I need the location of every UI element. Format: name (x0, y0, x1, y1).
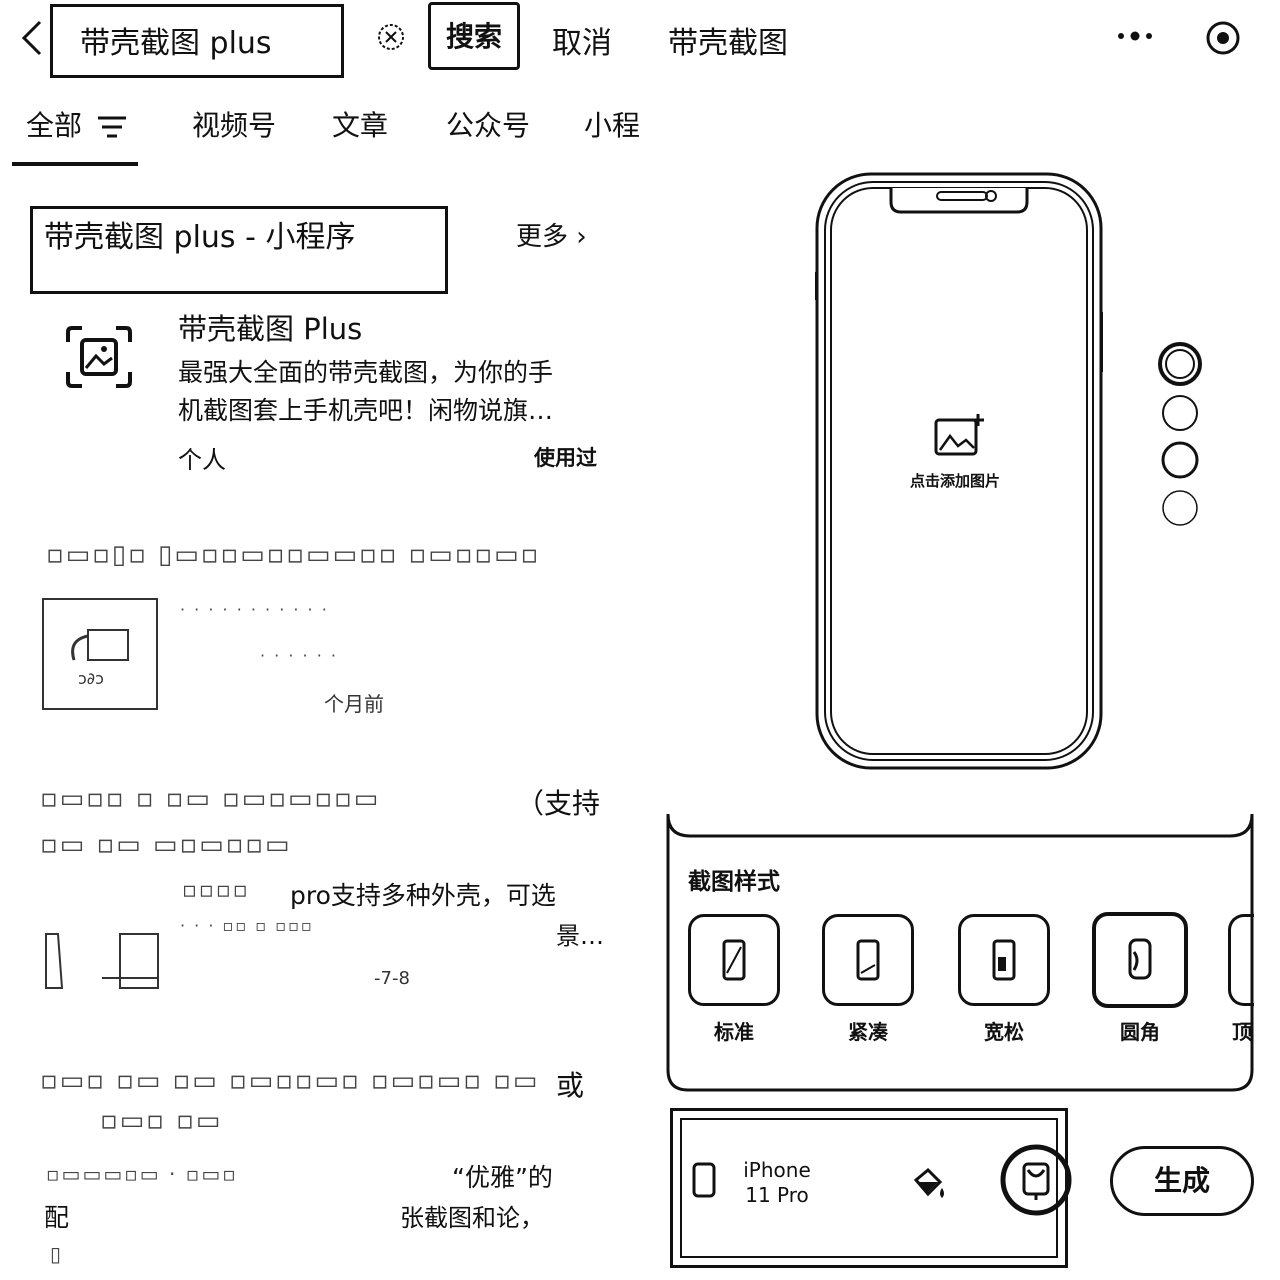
result-thumbnail-icon[interactable] (42, 878, 160, 996)
tab-all[interactable]: 全部 (26, 104, 82, 144)
app-logo-icon[interactable] (64, 324, 134, 390)
app-author: 个人 (178, 446, 226, 474)
more-link[interactable]: 更多 › (516, 216, 587, 253)
style-option-compact[interactable] (822, 914, 914, 1006)
add-image-label[interactable]: 点击添加图片 (910, 470, 1000, 491)
search-button[interactable]: 搜索 (428, 2, 520, 70)
style-option-standard[interactable] (688, 914, 780, 1006)
svg-text:ↄ∂ↄ: ↄ∂ↄ (78, 669, 104, 688)
app-description-line: 机截图套上手机壳吧！闲物说旗… (178, 396, 554, 425)
result-title-tail[interactable]: 或 (556, 1064, 584, 1104)
result-description-tail: 景… (556, 922, 604, 950)
tab-mini-programs[interactable]: 小程 (584, 104, 640, 144)
blurred-line: ▫▫▫▫ (182, 878, 250, 903)
phone-style-icon (992, 939, 1016, 981)
device-selector[interactable]: iPhone 11 Pro (728, 1158, 826, 1208)
tab-channels[interactable]: 视频号 (192, 104, 276, 144)
generate-button[interactable]: 生成 (1110, 1146, 1254, 1216)
used-badge: 使用过 (534, 446, 597, 470)
style-label: 宽松 (984, 1020, 1024, 1044)
blurred-title[interactable]: ▫▭▫▯▫ ▯▭▫▫▭▫▫▭▭▫▫ ▫▭▫▫▭▫ (46, 540, 540, 570)
style-option-rounded[interactable] (1092, 912, 1188, 1008)
phone-style-icon (722, 939, 746, 981)
result-description: 配 (44, 1203, 70, 1232)
style-label: 圆角 (1120, 1020, 1160, 1044)
search-query-text: 带壳截图 plus (80, 26, 272, 61)
style-option-top[interactable] (1228, 914, 1254, 1006)
app-name[interactable]: 带壳截图 Plus (178, 306, 362, 348)
blurred-line: ▫▭▫ ▫▭ (100, 1106, 223, 1136)
active-tab-indicator (12, 162, 138, 166)
tab-articles[interactable]: 文章 (332, 104, 388, 144)
blurred-title[interactable]: ▫▭▫▫ ▫ ▫▭ ▫▭▫▭▫▫▭ (40, 784, 380, 814)
swatch-4[interactable] (1162, 490, 1198, 526)
page-title: 带壳截图 (668, 26, 788, 61)
color-swatches (1158, 342, 1202, 526)
blurred-line: ▫▭▭▭▫▭ · ▫▭▫ (46, 1162, 238, 1186)
swatch-2[interactable] (1162, 395, 1198, 431)
result-description: pro支持多种外壳，可选 (290, 881, 556, 910)
blurred-line: · · · · · · · · · · · (180, 600, 329, 619)
result-time: 个月前 (324, 692, 384, 716)
style-label: 紧凑 (848, 1020, 888, 1044)
style-label: 标准 (714, 1020, 754, 1044)
style-label: 顶 (1232, 1020, 1252, 1044)
result-thumbnail[interactable]: ↄ∂ↄ (42, 598, 158, 710)
app-description-line: 最强大全面的带壳截图，为你的手 (178, 358, 554, 387)
swatch-3[interactable] (1161, 441, 1199, 479)
phone-style-icon (856, 939, 880, 981)
paint-bucket-icon[interactable] (912, 1166, 946, 1200)
result-title-tail[interactable]: （支持 (516, 782, 600, 822)
result-description: “优雅”的 (452, 1163, 553, 1192)
filter-icon[interactable] (96, 114, 128, 140)
add-image-icon[interactable] (932, 412, 986, 458)
blurred-line: ▯ (50, 1242, 64, 1266)
blurred-line: ▫▭ ▫▭ ▭▫▭▫▫▭ (40, 830, 292, 860)
swatch-1[interactable] (1158, 342, 1202, 386)
app-description: 最强大全面的带壳截图，为你的手 机截图套上手机壳吧！闲物说旗… (178, 354, 598, 430)
back-chevron-icon[interactable] (18, 18, 46, 58)
phone-style-icon (1128, 938, 1152, 980)
clear-icon[interactable] (376, 22, 406, 52)
blurred-line: · · · ▫▫ ▫ ▫▫▫ (180, 916, 314, 935)
more-label: 更多 (516, 222, 569, 252)
thumbnail-image-icon: ↄ∂ↄ (71, 629, 129, 688)
phone-device-icon[interactable] (692, 1162, 716, 1198)
tab-official-accounts[interactable]: 公众号 (446, 104, 530, 144)
result-description: 张截图和论， (400, 1204, 544, 1232)
chevron-right-icon: › (576, 222, 587, 252)
section-title: 带壳截图 plus - 小程序 (44, 220, 356, 255)
cancel-button[interactable]: 取消 (552, 18, 612, 62)
blurred-line: · · · · · · (260, 646, 338, 665)
result-date: -7-8 (374, 968, 410, 989)
style-option-loose[interactable] (958, 914, 1050, 1006)
more-dots-icon[interactable] (1115, 26, 1155, 46)
blurred-title[interactable]: ▫▭▫ ▫▭ ▫▭ ▫▭▫▫▭▫ ▫▭▫▭▫ ▫▭ (40, 1066, 539, 1096)
close-target-icon[interactable] (1205, 20, 1241, 56)
export-icon[interactable] (1000, 1144, 1072, 1216)
panel-title: 截图样式 (688, 869, 780, 895)
